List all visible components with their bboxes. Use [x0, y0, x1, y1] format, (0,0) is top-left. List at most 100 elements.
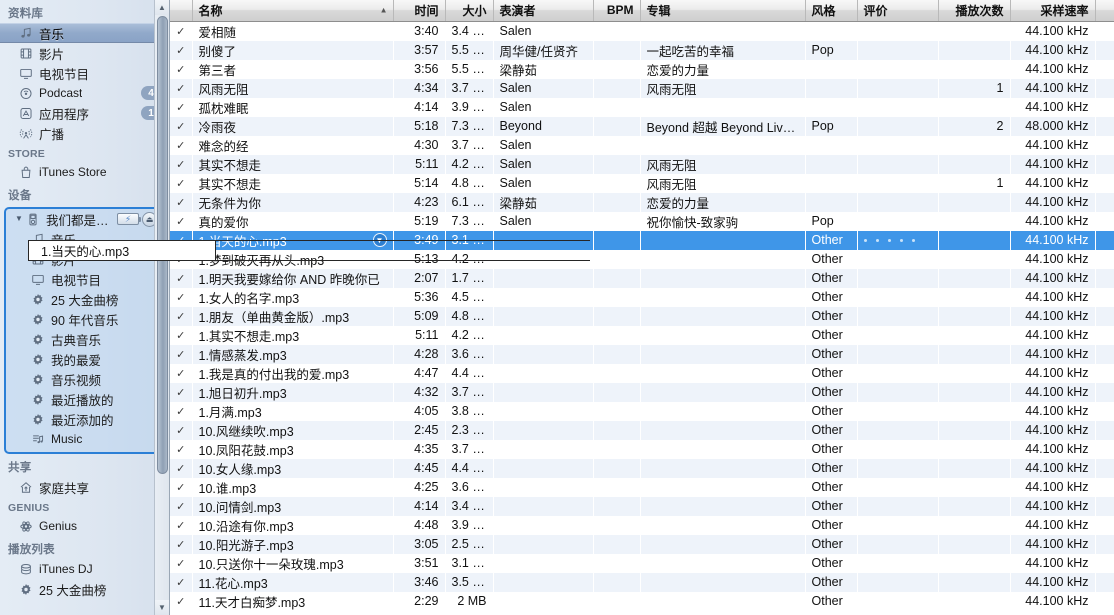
table-row[interactable]: ✓ 风雨无阻 4:34 3.7 MB Salen 风雨无阻 1 44.100 kHz [170, 78, 1114, 98]
sidebar-item-itunes-dj[interactable]: iTunes DJ [0, 559, 169, 579]
column-header-genre[interactable]: 风格 [805, 0, 858, 22]
sidebar-item-广播[interactable]: 广播 [0, 123, 169, 143]
scroll-down-arrow-icon[interactable]: ▼ [155, 600, 169, 615]
row-checkbox[interactable]: ✓ [170, 307, 192, 326]
table-row[interactable]: ✓ 10.女人缘.mp3 4:45 4.4 MB Other 44.100 kHz [170, 458, 1114, 478]
rating-dot-icon[interactable] [911, 238, 915, 242]
sidebar-item-影片[interactable]: 影片 [0, 43, 169, 63]
cell-rating[interactable] [857, 573, 938, 592]
sidebar-scrollbar[interactable]: ▲ ▼ [154, 0, 169, 615]
table-row[interactable]: ✓ 10.风继续吹.mp3 2:45 2.3 MB Other 44.100 kHz [170, 420, 1114, 440]
row-checkbox[interactable]: ✓ [170, 421, 192, 440]
cell-rating[interactable] [857, 421, 938, 440]
column-header-artist[interactable]: 表演者 [493, 0, 594, 22]
sidebar-item-我们都是好孩-[interactable]: ▼我们都是好孩...⚡⏏ [6, 209, 161, 229]
row-checkbox[interactable]: ✓ [170, 98, 192, 117]
sidebar-item-90-年代音乐[interactable]: 90 年代音乐 [6, 309, 161, 329]
cell-rating[interactable] [857, 440, 938, 459]
rating-dot-icon[interactable] [887, 238, 891, 242]
sidebar-item-podcast[interactable]: Podcast 4 [0, 83, 169, 103]
cell-rating[interactable] [857, 326, 938, 345]
rating-dot-icon[interactable] [863, 238, 867, 242]
sidebar-item-电视节目[interactable]: 电视节目 [0, 63, 169, 83]
cell-rating[interactable] [857, 60, 938, 79]
sidebar-item-电视节目[interactable]: 电视节目 [6, 269, 161, 289]
rating-dot-icon[interactable] [899, 238, 903, 242]
row-checkbox[interactable]: ✓ [170, 79, 192, 98]
rating-dot-icon[interactable] [875, 238, 879, 242]
row-checkbox[interactable]: ✓ [170, 364, 192, 383]
row-checkbox[interactable]: ✓ [170, 212, 192, 231]
table-row[interactable]: ✓ 10.阳光游子.mp3 3:05 2.5 MB Other 44.100 kHz [170, 534, 1114, 554]
table-row[interactable]: ✓ 难念的经 4:30 3.7 MB Salen 44.100 kHz [170, 135, 1114, 155]
table-row[interactable]: ✓ 11.天才白痴梦.mp3 2:29 2 MB Other 44.100 kHz [170, 591, 1114, 611]
sidebar-item-家庭共享[interactable]: 家庭共享 [0, 477, 169, 497]
table-row[interactable]: ✓ 第三者 3:56 5.5 MB 梁静茹 恋爱的力量 44.100 kHz [170, 59, 1114, 79]
sidebar-item-我的最爱[interactable]: 我的最爱 [6, 349, 161, 369]
row-checkbox[interactable]: ✓ [170, 345, 192, 364]
cell-rating[interactable] [857, 535, 938, 554]
cell-rating[interactable] [857, 136, 938, 155]
table-row[interactable]: ✓ 其实不想走 5:14 4.8 MB Salen 风雨无阻 1 44.100 kHz [170, 173, 1114, 193]
cell-rating[interactable] [857, 155, 938, 174]
sidebar-item-genius[interactable]: Genius [0, 516, 169, 536]
sidebar-item-music[interactable]: Music [6, 429, 161, 449]
column-header-rate[interactable]: 采样速率 [1010, 0, 1096, 22]
row-checkbox[interactable]: ✓ [170, 269, 192, 288]
column-header-size[interactable]: 大小 [445, 0, 494, 22]
row-checkbox[interactable]: ✓ [170, 516, 192, 535]
cell-rating[interactable] [857, 117, 938, 136]
table-row[interactable]: ✓ 11.花心.mp3 3:46 3.5 MB Other 44.100 kHz [170, 572, 1114, 592]
sidebar-item-应用程序[interactable]: 应用程序 1 [0, 103, 169, 123]
table-row[interactable]: ✓ 10.谁.mp3 4:25 3.6 MB Other 44.100 kHz [170, 477, 1114, 497]
cell-rating[interactable] [857, 383, 938, 402]
table-row[interactable]: ✓ 10.凤阳花鼓.mp3 4:35 3.7 MB Other 44.100 kHz [170, 439, 1114, 459]
table-row[interactable]: ✓ 10.只送你十一朵玫瑰.mp3 3:51 3.1 MB Other 44.100 kH… [170, 553, 1114, 573]
sidebar-item-音乐[interactable]: 音乐 [0, 23, 169, 43]
sidebar-item-音乐视频[interactable]: 音乐视频 [6, 369, 161, 389]
cell-rating[interactable] [857, 193, 938, 212]
cell-rating[interactable] [857, 79, 938, 98]
cell-rating[interactable] [857, 231, 938, 250]
row-checkbox[interactable]: ✓ [170, 592, 192, 611]
table-row[interactable]: ✓1.当天的心.mp3▼3:493.1 MBOther44.100 kHz [170, 230, 1114, 250]
cell-rating[interactable] [857, 516, 938, 535]
sidebar-item-25-大金曲榜[interactable]: 25 大金曲榜 [6, 289, 161, 309]
cell-rating[interactable] [857, 345, 938, 364]
row-checkbox[interactable]: ✓ [170, 554, 192, 573]
cell-rating[interactable] [857, 250, 938, 269]
row-checkbox[interactable]: ✓ [170, 21, 192, 41]
table-row[interactable]: ✓ 1.明天我要嫁给你 AND 昨晚你已 2:07 1.7 MB Other 44.100… [170, 268, 1114, 288]
table-row[interactable]: ✓ 真的爱你 5:19 7.3 MB Salen 祝你愉快-致家驹 Pop 44.100 kH… [170, 211, 1114, 231]
row-checkbox[interactable]: ✓ [170, 573, 192, 592]
column-header-check[interactable] [170, 0, 193, 22]
disclosure-triangle-icon[interactable]: ▼ [14, 215, 24, 223]
cell-rating[interactable] [857, 478, 938, 497]
cell-rating[interactable] [857, 174, 938, 193]
cell-rating[interactable] [857, 459, 938, 478]
table-row[interactable]: ✓ 别傻了 3:57 5.5 MB 周华健/任贤齐 一起吃苦的幸福 Pop 44.100 kH… [170, 40, 1114, 60]
row-checkbox[interactable]: ✓ [170, 326, 192, 345]
row-checkbox[interactable]: ✓ [170, 60, 192, 79]
table-row[interactable]: ✓ 1.其实不想走.mp3 5:11 4.2 MB Other 44.100 kHz [170, 325, 1114, 345]
row-checkbox[interactable]: ✓ [170, 459, 192, 478]
table-row[interactable]: ✓ 无条件为你 4:23 6.1 MB 梁静茹 恋爱的力量 44.100 kHz [170, 192, 1114, 212]
table-row[interactable]: ✓ 1.情感蒸发.mp3 4:28 3.6 MB Other 44.100 kHz [170, 344, 1114, 364]
cell-rating[interactable] [857, 212, 938, 231]
cell-rating[interactable] [857, 21, 938, 41]
sidebar-item-最近播放的[interactable]: 最近播放的 [6, 389, 161, 409]
table-row[interactable]: ✓ 1.月满.mp3 4:05 3.8 MB Other 44.100 kHz [170, 401, 1114, 421]
table-row[interactable]: ✓ 1.朋友（单曲黄金版）.mp3 5:09 4.8 MB Other 44.100 kH… [170, 306, 1114, 326]
table-row[interactable]: ✓ 爱相随 3:40 3.4 MB Salen 44.100 kHz [170, 21, 1114, 41]
table-row[interactable]: ✓ 10.沿途有你.mp3 4:48 3.9 MB Other 44.100 kHz [170, 515, 1114, 535]
row-checkbox[interactable]: ✓ [170, 136, 192, 155]
row-checkbox[interactable]: ✓ [170, 288, 192, 307]
column-header-bpm[interactable]: BPM [593, 0, 641, 22]
column-header-album[interactable]: 专辑 [640, 0, 806, 22]
row-checkbox[interactable]: ✓ [170, 383, 192, 402]
table-row[interactable]: ✓ 冷雨夜 5:18 7.3 MB Beyond Beyond 超越 Beyond Liv… [170, 116, 1114, 136]
row-checkbox[interactable]: ✓ [170, 402, 192, 421]
row-checkbox[interactable]: ✓ [170, 440, 192, 459]
row-checkbox[interactable]: ✓ [170, 174, 192, 193]
cell-rating[interactable] [857, 402, 938, 421]
